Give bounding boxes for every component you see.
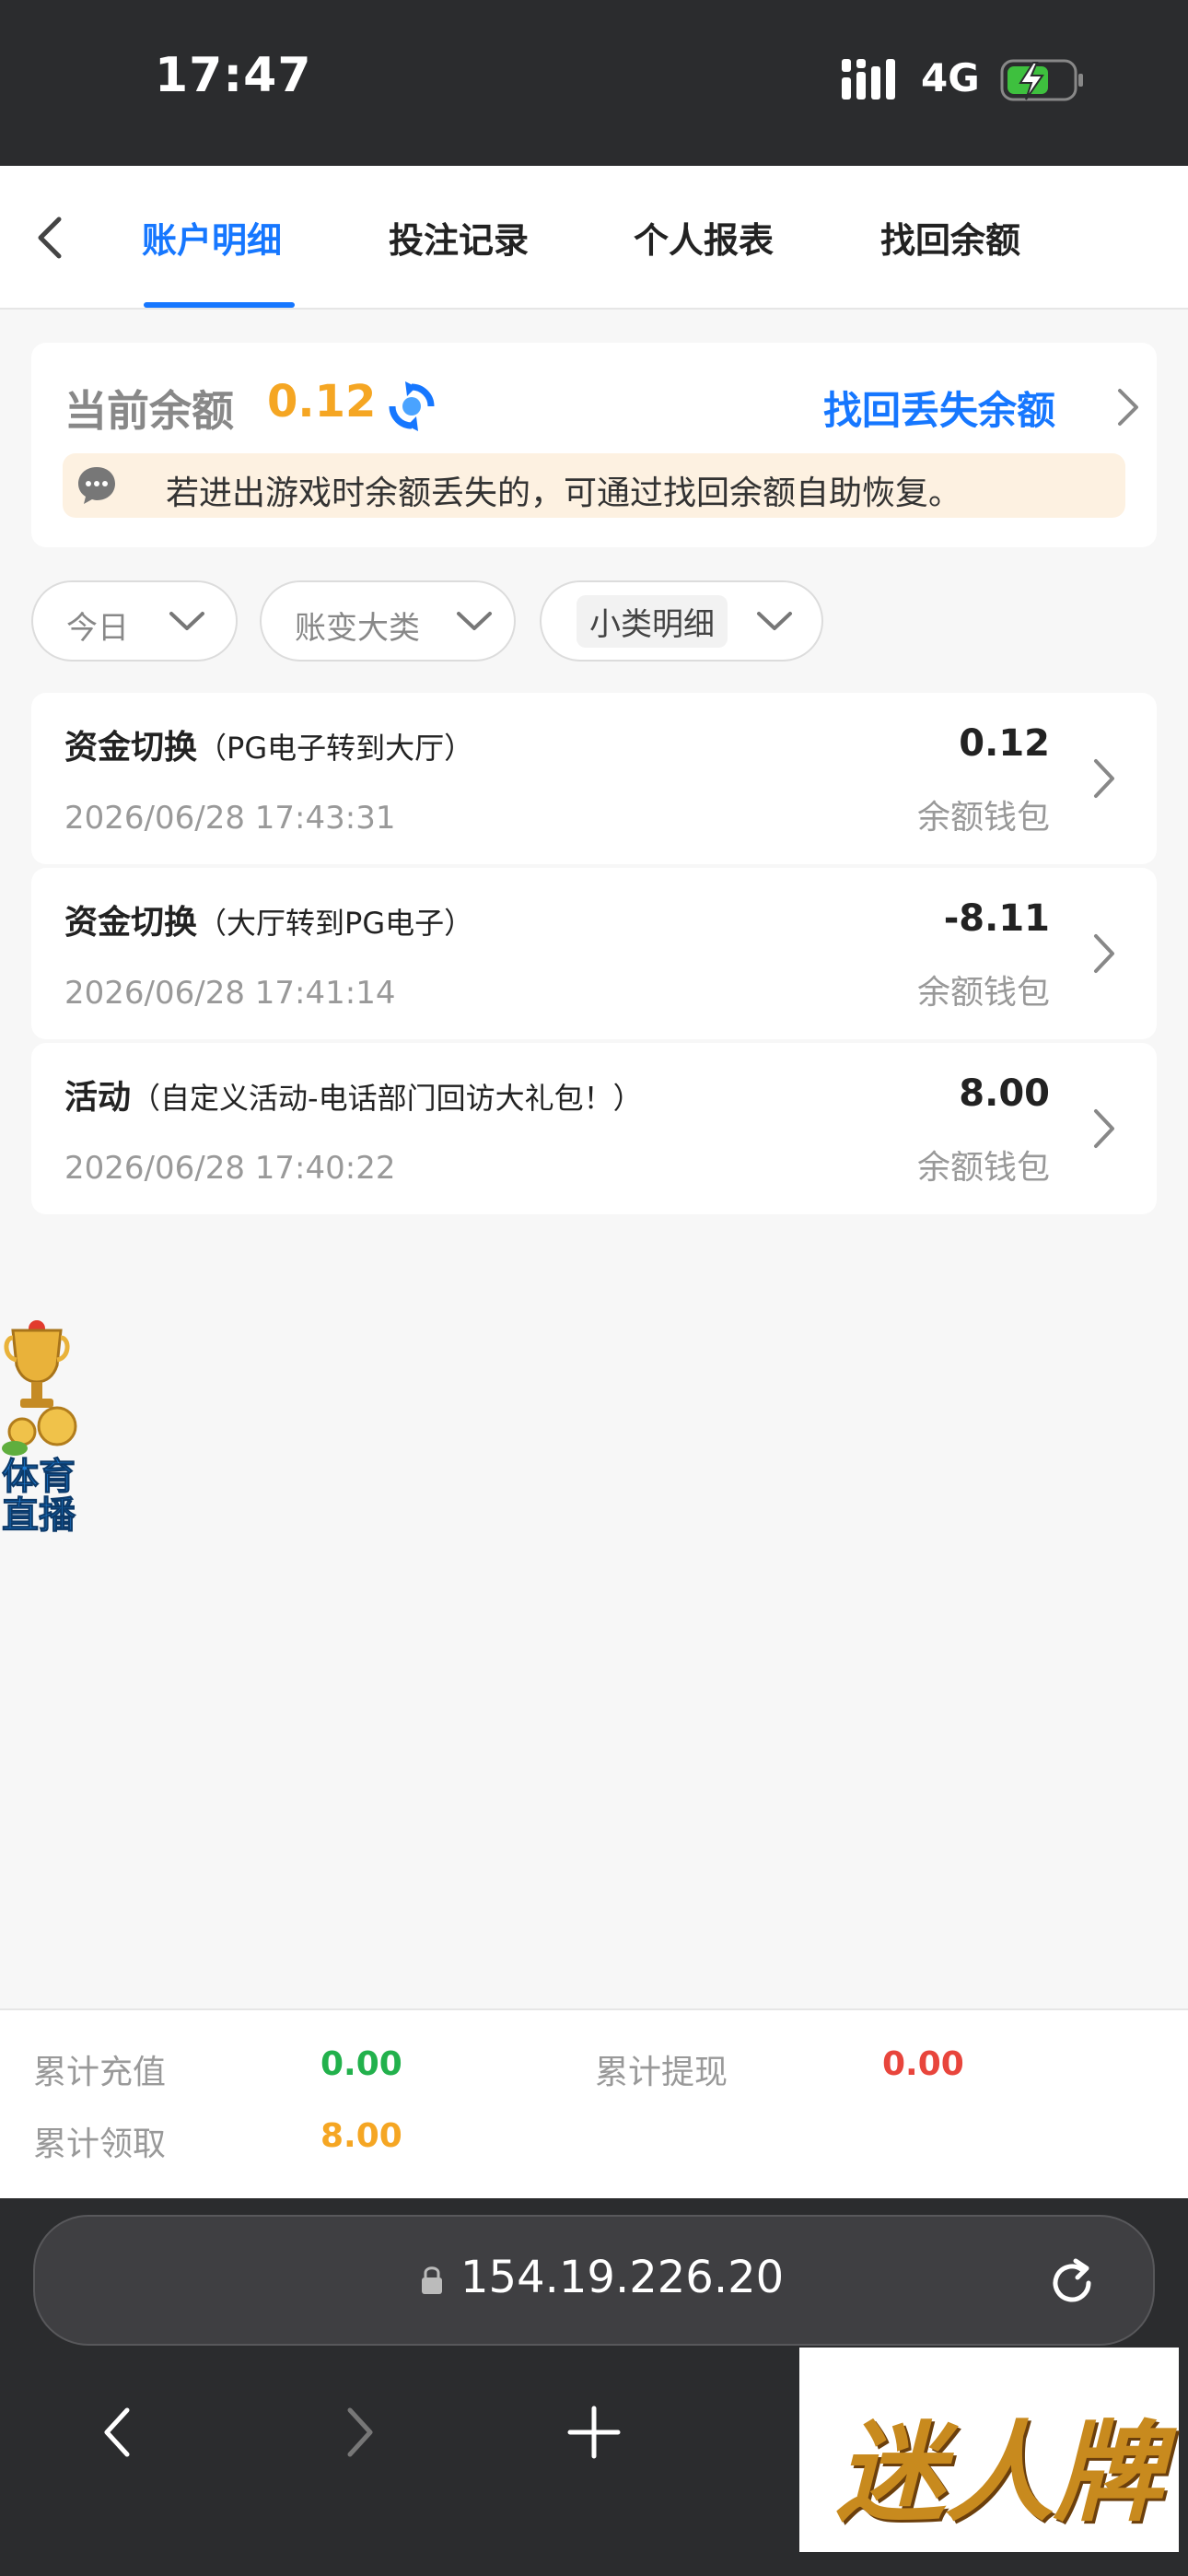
record-time: 2026/06/28 17:40:22 — [64, 1150, 396, 1187]
chevron-down-icon — [757, 612, 792, 630]
record-detail: （PG电子转到大厅） — [197, 731, 474, 766]
chevron-right-icon — [1094, 759, 1114, 798]
browser-forward-icon[interactable] — [326, 2395, 390, 2469]
recover-notice: 若进出游戏时余额丢失的，可通过找回余额自助恢复。 — [63, 453, 1125, 518]
subcategory-filter[interactable]: 小类明细 — [540, 580, 823, 662]
chevron-right-icon — [1094, 1109, 1114, 1148]
tab-account-detail[interactable]: 账户明细 — [142, 212, 282, 263]
network-type: 4G — [921, 55, 980, 100]
browser-back-icon[interactable] — [87, 2395, 151, 2469]
recharge-value: 0.00 — [320, 2045, 402, 2083]
browser-toolbar: 154.19.226.20 迷人牌 — [0, 2198, 1188, 2576]
withdraw-label: 累计提现 — [595, 2054, 728, 2091]
refresh-icon[interactable] — [385, 380, 438, 433]
record-title: 活动（自定义活动-电话部门回访大礼包！） — [64, 1071, 643, 1118]
record-detail: （自定义活动-电话部门回访大礼包！） — [131, 1081, 643, 1116]
record-time: 2026/06/28 17:41:14 — [64, 975, 396, 1012]
list-item[interactable]: 资金切换（大厅转到PG电子） 2026/06/28 17:41:14 -8.11… — [31, 868, 1157, 1039]
lock-icon — [422, 2266, 442, 2294]
balance-value: 0.12 — [267, 376, 377, 427]
date-filter-label: 今日 — [66, 610, 129, 647]
record-wallet: 余额钱包 — [916, 974, 1050, 1012]
signal-icon — [842, 59, 895, 100]
battery-icon — [1000, 59, 1083, 101]
list-item[interactable]: 活动（自定义活动-电话部门回访大礼包！） 2026/06/28 17:40:22… — [31, 1043, 1157, 1214]
tab-header: 账户明细 投注记录 个人报表 找回余额 — [0, 166, 1188, 310]
record-detail: （大厅转到PG电子） — [197, 906, 474, 941]
reload-icon[interactable] — [1044, 2255, 1100, 2311]
notice-text: 若进出游戏时余额丢失的，可通过找回余额自助恢复。 — [166, 474, 962, 512]
claim-value: 8.00 — [320, 2117, 402, 2155]
category-filter[interactable]: 账变大类 — [260, 580, 516, 662]
record-title: 资金切换（大厅转到PG电子） — [64, 896, 473, 943]
subcategory-filter-label: 小类明细 — [577, 595, 728, 648]
status-bar: 17:47 4G — [0, 0, 1188, 166]
claim-label: 累计领取 — [33, 2125, 167, 2163]
list-item[interactable]: 资金切换（PG电子转到大厅） 2026/06/28 17:43:31 0.12 … — [31, 693, 1157, 864]
back-chevron-icon[interactable] — [28, 212, 72, 263]
record-time: 2026/06/28 17:43:31 — [64, 800, 396, 837]
sports-live-badge[interactable]: 体育 直播 — [0, 1317, 83, 1538]
record-type: 活动 — [64, 1079, 132, 1117]
record-amount: -8.11 — [943, 897, 1050, 940]
record-amount: 0.12 — [959, 722, 1050, 765]
active-tab-indicator — [144, 302, 295, 308]
record-type: 资金切换 — [64, 729, 198, 767]
record-wallet: 余额钱包 — [916, 1149, 1050, 1187]
url-text: 154.19.226.20 — [460, 2252, 785, 2303]
logo-text: 迷人牌 — [836, 2408, 1163, 2536]
category-filter-label: 账变大类 — [295, 610, 420, 647]
chat-bubble-icon — [78, 467, 115, 504]
tab-bet-records[interactable]: 投注记录 — [389, 212, 529, 263]
new-tab-plus-icon[interactable] — [562, 2395, 626, 2469]
status-time: 17:47 — [155, 48, 312, 103]
chevron-down-icon — [457, 612, 492, 630]
balance-label: 当前余额 — [64, 386, 234, 436]
record-wallet: 余额钱包 — [916, 799, 1050, 837]
watermark-logo: 迷人牌 — [799, 2348, 1179, 2552]
tab-recover-balance[interactable]: 找回余额 — [880, 212, 1020, 263]
recharge-label: 累计充值 — [33, 2054, 167, 2091]
summary-panel: 累计充值 0.00 累计提现 0.00 累计领取 8.00 — [0, 2008, 1188, 2198]
address-bar[interactable]: 154.19.226.20 — [33, 2215, 1155, 2346]
withdraw-value: 0.00 — [882, 2045, 964, 2083]
record-amount: 8.00 — [959, 1072, 1050, 1115]
chevron-right-icon[interactable] — [1114, 385, 1142, 429]
tab-personal-report[interactable]: 个人报表 — [634, 212, 774, 263]
record-title: 资金切换（PG电子转到大厅） — [64, 720, 473, 768]
badge-line2: 直播 — [2, 1494, 76, 1538]
balance-card: 当前余额 0.12 找回丢失余额 若进出游戏时余额丢失的，可通过找回余额自助恢复… — [31, 343, 1157, 547]
chevron-right-icon — [1094, 934, 1114, 973]
date-filter[interactable]: 今日 — [31, 580, 238, 662]
recover-lost-balance-link[interactable]: 找回丢失余额 — [823, 380, 1055, 436]
record-type: 资金切换 — [64, 904, 198, 942]
chevron-down-icon — [169, 612, 204, 630]
